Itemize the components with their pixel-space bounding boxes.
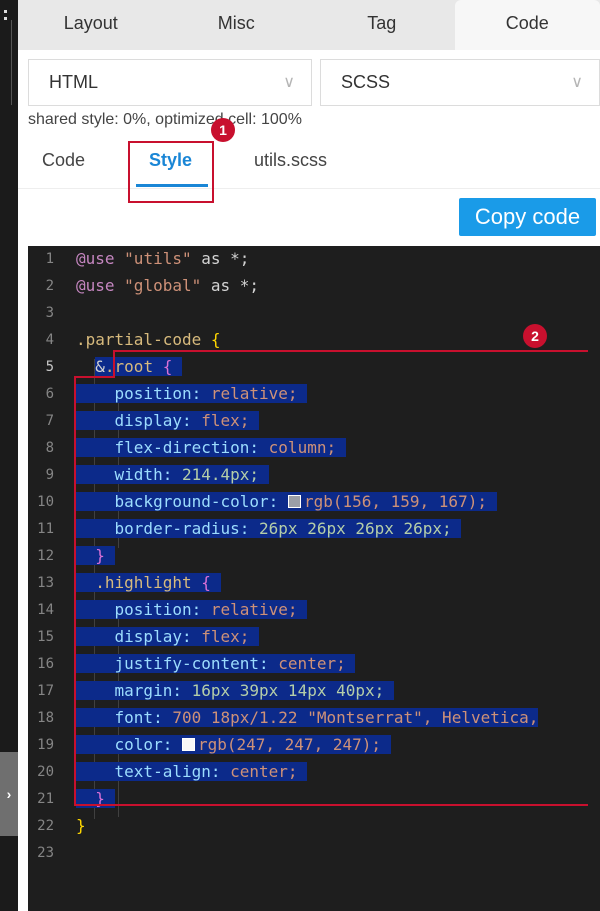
code-line: } xyxy=(76,816,86,835)
code-line: border-radius: 26px 26px 26px 26px; xyxy=(76,519,462,538)
code-line: background-color: rgb(156, 159, 167); xyxy=(76,492,497,511)
color-swatch-icon[interactable] xyxy=(181,738,195,751)
line-number: 12 xyxy=(37,548,54,564)
top-tabs: Layout Misc Tag Code xyxy=(18,0,600,50)
style-language-select[interactable]: SCSS ∨ xyxy=(320,59,600,106)
code-line: color: rgb(247, 247, 247); xyxy=(76,735,391,754)
code-line: display: flex; xyxy=(76,627,260,646)
line-number: 4 xyxy=(45,332,54,348)
code-line: margin: 16px 39px 14px 40px; xyxy=(76,681,394,700)
code-line: width: 214.4px; xyxy=(76,465,269,484)
style-language-value: SCSS xyxy=(341,72,391,92)
code-editor[interactable]: 1 2 3 4 5 6 7 8 9 10 11 12 13 14 15 16 1… xyxy=(28,246,600,911)
line-number: 2 xyxy=(45,278,54,294)
tab-code[interactable]: Code xyxy=(454,0,600,50)
chevron-down-icon: ∨ xyxy=(571,74,583,91)
annotation-line-inner xyxy=(113,350,115,377)
markup-language-select[interactable]: HTML ∨ xyxy=(28,59,312,106)
line-number: 23 xyxy=(37,845,54,861)
expand-panel-chevron-icon[interactable]: › xyxy=(0,752,18,836)
line-number: 11 xyxy=(37,521,54,537)
drag-handle-icon[interactable] xyxy=(4,10,7,20)
tab-layout[interactable]: Layout xyxy=(18,0,164,50)
line-number: 15 xyxy=(37,629,54,645)
code-line: @use "utils" as *; xyxy=(76,249,250,268)
code-line: font: 700 18px/1.22 "Montserrat", Helvet… xyxy=(76,708,539,727)
line-number: 14 xyxy=(37,602,54,618)
annotation-line-top xyxy=(113,350,588,352)
line-number: 3 xyxy=(45,305,54,321)
line-number: 22 xyxy=(37,818,54,834)
line-number: 8 xyxy=(45,440,54,456)
code-line: position: relative; xyxy=(76,600,308,619)
code-panel: Layout Misc Tag Code HTML ∨ SCSS ∨ share… xyxy=(18,0,600,911)
markup-language-value: HTML xyxy=(49,72,98,92)
code-line: @use "global" as *; xyxy=(76,276,260,295)
code-line: &.root { xyxy=(76,357,182,376)
line-number: 17 xyxy=(37,683,54,699)
line-number: 9 xyxy=(45,467,54,483)
line-number: 7 xyxy=(45,413,54,429)
annotation-line-left xyxy=(74,376,76,806)
subtab-divider xyxy=(18,188,600,189)
line-number: 5 xyxy=(45,359,54,375)
annotation-badge-1: 1 xyxy=(211,118,235,142)
line-number: 21 xyxy=(37,791,54,807)
chevron-down-icon: ∨ xyxy=(283,74,295,91)
code-line: justify-content: center; xyxy=(76,654,356,673)
line-number: 13 xyxy=(37,575,54,591)
line-number: 6 xyxy=(45,386,54,402)
subtab-code[interactable]: Code xyxy=(42,150,85,171)
code-line: .highlight { xyxy=(76,573,221,592)
subtab-utils[interactable]: utils.scss xyxy=(254,150,327,171)
line-number: 18 xyxy=(37,710,54,726)
code-line: text-align: center; xyxy=(76,762,308,781)
line-number: 20 xyxy=(37,764,54,780)
color-swatch-icon[interactable] xyxy=(287,495,301,508)
annotation-box-style-tab xyxy=(128,141,214,203)
copy-code-button[interactable]: Copy code xyxy=(459,198,596,236)
edge-divider xyxy=(2,20,12,105)
annotation-badge-2: 2 xyxy=(523,324,547,348)
line-number: 19 xyxy=(37,737,54,753)
annotation-line-step xyxy=(74,376,115,378)
tab-tag[interactable]: Tag xyxy=(309,0,455,50)
code-line: } xyxy=(76,546,115,565)
line-number: 16 xyxy=(37,656,54,672)
optimization-stats: shared style: 0%, optimized cell: 100% xyxy=(28,111,302,128)
code-line: position: relative; xyxy=(76,384,308,403)
line-number: 10 xyxy=(37,494,54,510)
annotation-line-bottom xyxy=(74,804,588,806)
line-number: 1 xyxy=(45,251,54,267)
tab-misc[interactable]: Misc xyxy=(164,0,310,50)
code-line: display: flex; xyxy=(76,411,260,430)
code-line: flex-direction: column; xyxy=(76,438,346,457)
code-line: .partial-code { xyxy=(76,330,221,349)
